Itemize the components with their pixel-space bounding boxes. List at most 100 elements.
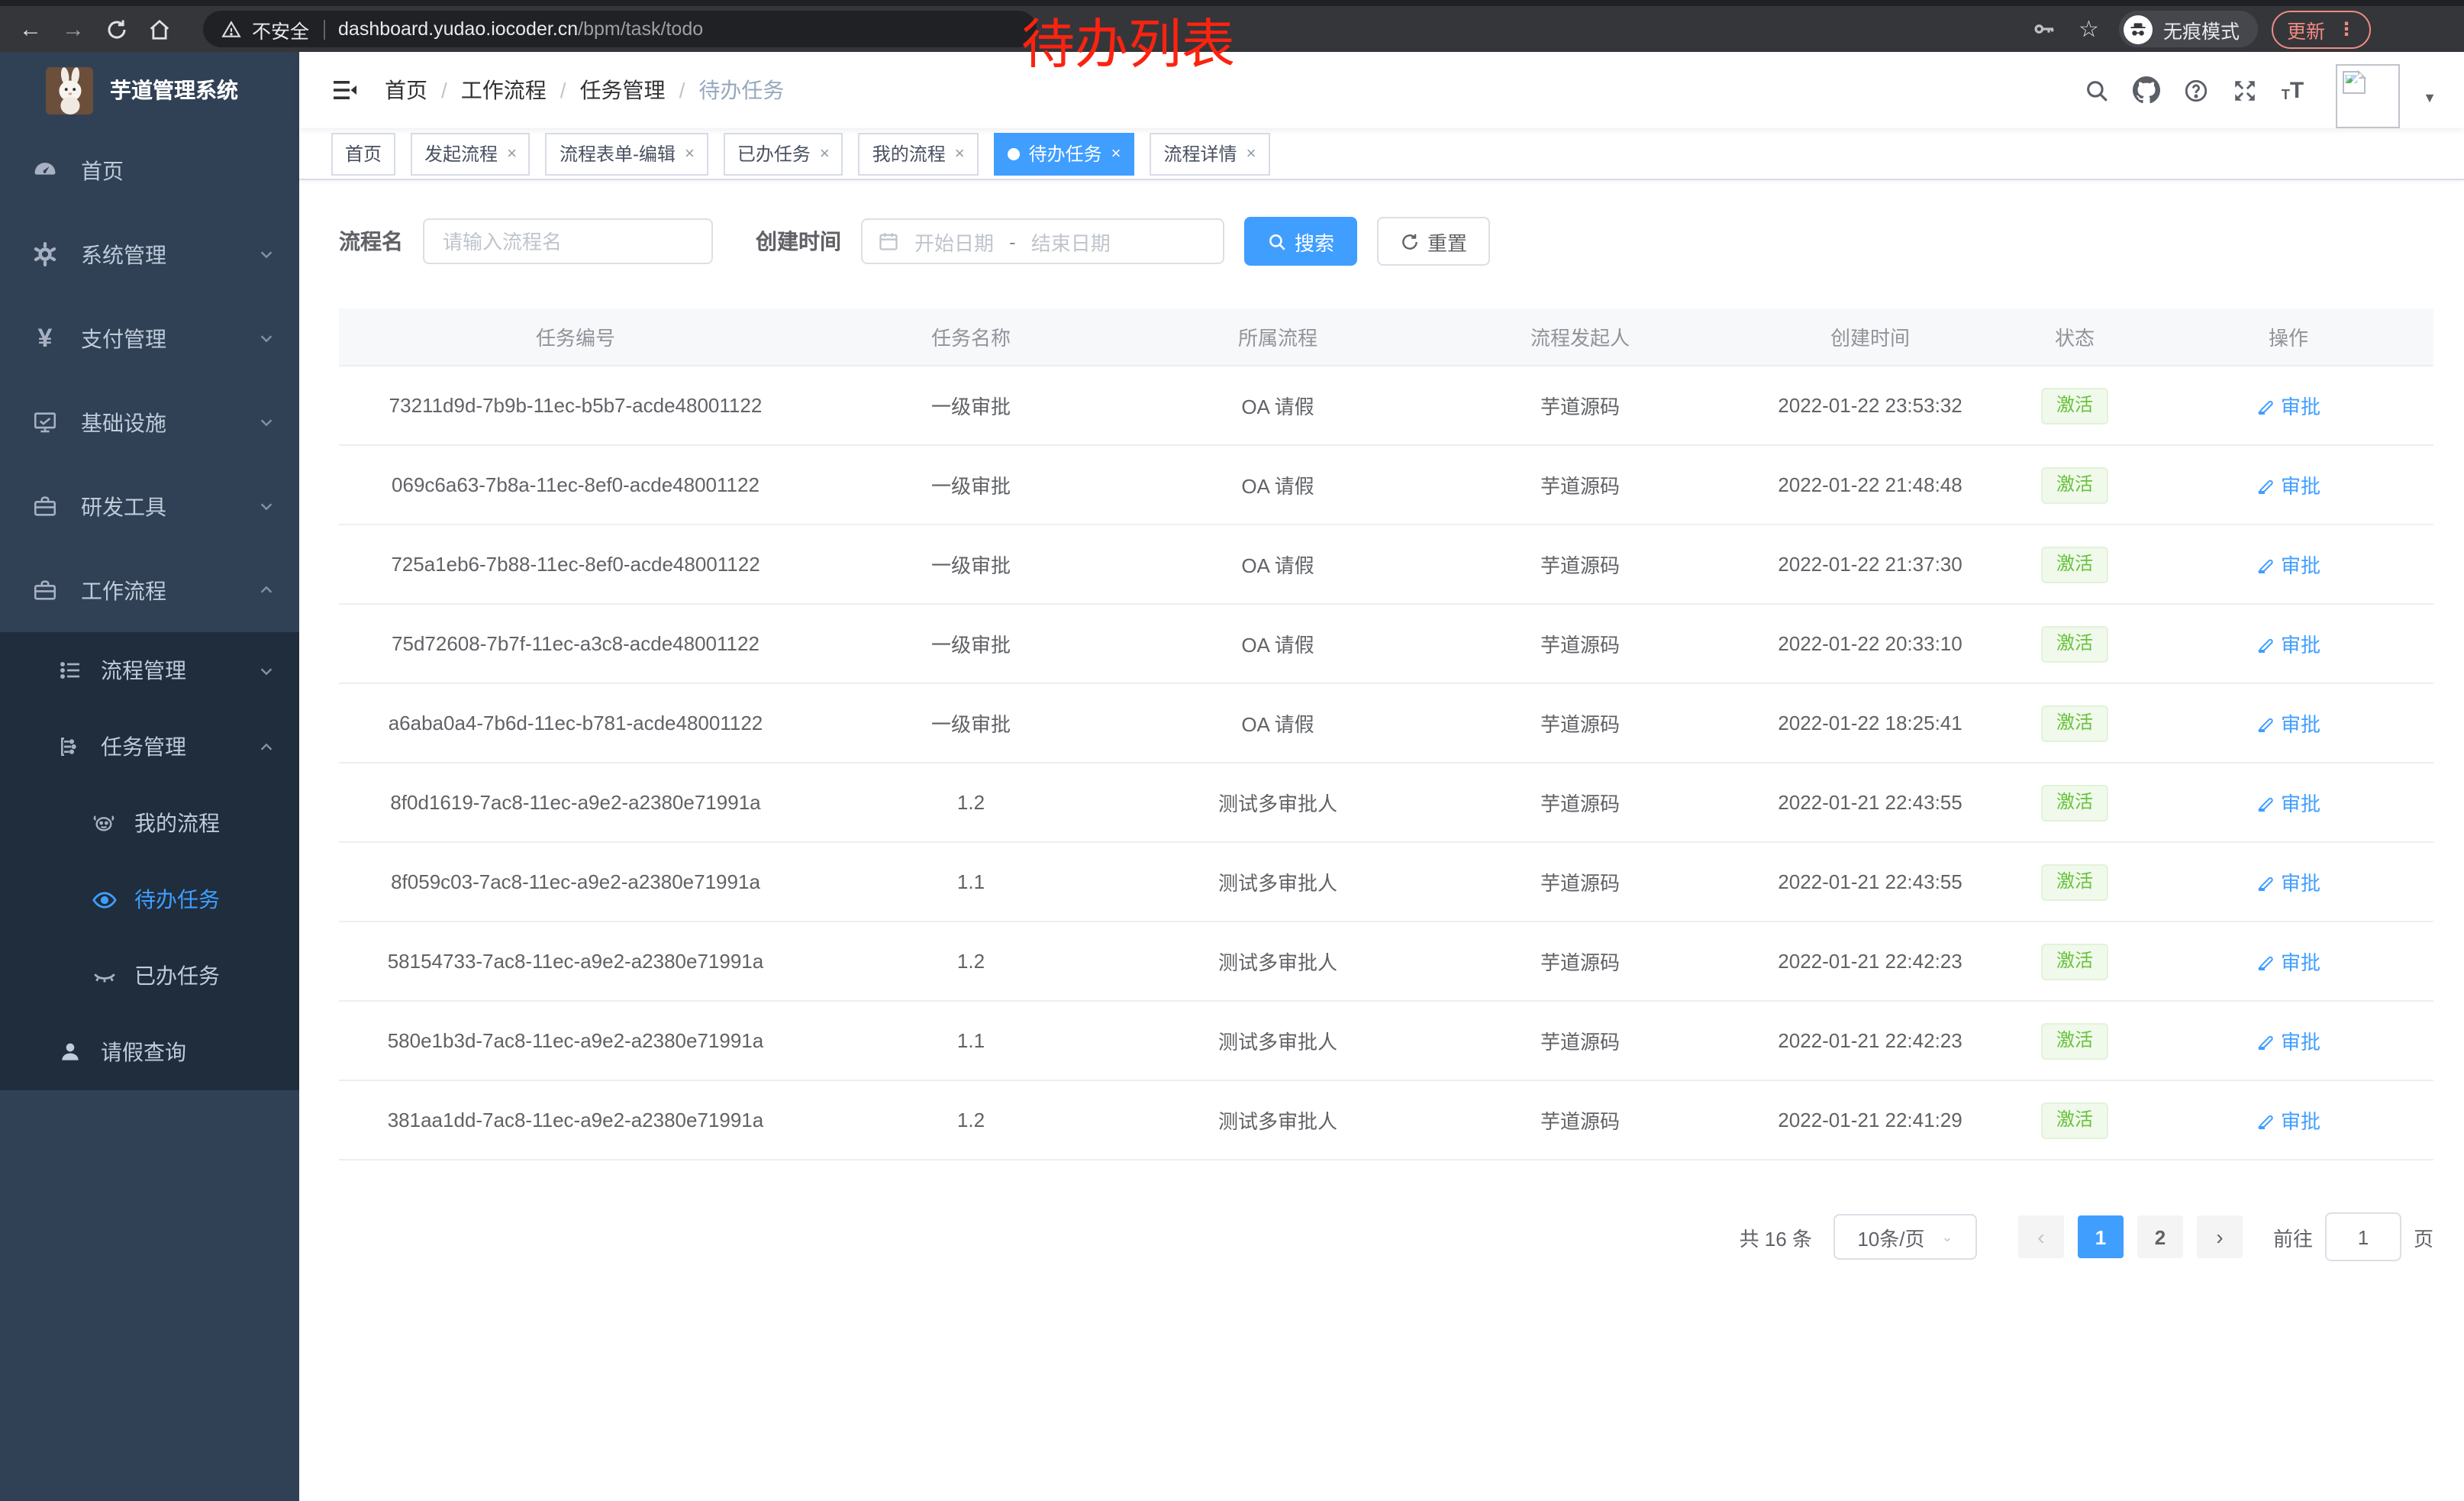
- approve-link[interactable]: 审批: [2256, 391, 2320, 420]
- avatar-dropdown-icon[interactable]: ▼: [2423, 90, 2437, 105]
- table-row[interactable]: 580e1b3d-7ac8-11ec-a9e2-a2380e71991a 1.1…: [339, 1001, 2433, 1080]
- approve-label: 审批: [2281, 788, 2320, 817]
- update-button[interactable]: 更新 ⋮: [2272, 10, 2371, 48]
- process-initiator: 芋道源码: [1540, 395, 1620, 418]
- approve-link[interactable]: 审批: [2256, 550, 2320, 579]
- breadcrumb-item[interactable]: 任务管理: [580, 75, 666, 105]
- sidebar-toggle-icon[interactable]: [331, 76, 359, 104]
- task-id: 8f0d1619-7ac8-11ec-a9e2-a2380e71991a: [390, 791, 760, 814]
- avatar[interactable]: [2336, 64, 2400, 128]
- table-row[interactable]: 8f0d1619-7ac8-11ec-a9e2-a2380e71991a 1.2…: [339, 763, 2433, 842]
- table-row[interactable]: 75d72608-7b7f-11ec-a3c8-acde48001122 一级审…: [339, 604, 2433, 683]
- approve-link[interactable]: 审批: [2256, 629, 2320, 658]
- approve-link[interactable]: 审批: [2256, 1026, 2320, 1055]
- next-page-button[interactable]: ›: [2197, 1215, 2243, 1258]
- tab-done-task[interactable]: 已办任务×: [724, 132, 843, 175]
- tab-process-detail[interactable]: 流程详情×: [1150, 132, 1270, 175]
- tab-start-process[interactable]: 发起流程×: [411, 132, 531, 175]
- screen: 待办列表 ← → 不安全 dashboard.: [0, 0, 2464, 1501]
- approve-link[interactable]: 审批: [2256, 709, 2320, 738]
- fullscreen-icon[interactable]: [2233, 77, 2259, 103]
- approve-link[interactable]: 审批: [2256, 947, 2320, 976]
- sidebar-item-payment[interactable]: ¥ 支付管理: [0, 296, 299, 380]
- sidebar-item-infrastructure[interactable]: 基础设施: [0, 380, 299, 464]
- forward-icon[interactable]: →: [52, 16, 95, 42]
- key-icon[interactable]: [2031, 17, 2056, 41]
- help-icon[interactable]: [2184, 77, 2210, 103]
- tab-process-form-edit[interactable]: 流程表单-编辑×: [546, 132, 708, 175]
- process-name-input[interactable]: [423, 218, 713, 264]
- search-button[interactable]: 搜索: [1244, 217, 1357, 266]
- close-icon[interactable]: ×: [1247, 144, 1256, 163]
- bookmark-star-icon[interactable]: ☆: [2079, 15, 2099, 43]
- font-size-icon[interactable]: TT: [2282, 79, 2304, 102]
- browser-menu-icon[interactable]: ⋮: [2337, 18, 2356, 40]
- window-frame: [0, 0, 2464, 6]
- table-row[interactable]: a6aba0a4-7b6d-11ec-b781-acde48001122 一级审…: [339, 683, 2433, 763]
- edit-pencil-icon: [2256, 714, 2275, 732]
- back-icon[interactable]: ←: [9, 16, 52, 42]
- tab-my-process[interactable]: 我的流程×: [859, 132, 979, 175]
- start-date-placeholder: 开始日期: [914, 227, 994, 256]
- approve-link[interactable]: 审批: [2256, 1106, 2320, 1135]
- sidebar-item-todo-task[interactable]: 待办任务: [0, 861, 299, 938]
- close-icon[interactable]: ×: [507, 144, 517, 163]
- approve-label: 审批: [2281, 1026, 2320, 1055]
- approve-link[interactable]: 审批: [2256, 867, 2320, 896]
- security-label: 不安全: [252, 15, 309, 44]
- range-separator: -: [1009, 230, 1016, 253]
- sidebar-item-task-mgmt[interactable]: 任务管理: [0, 709, 299, 785]
- table-row[interactable]: 73211d9d-7b9b-11ec-b5b7-acde48001122 一级审…: [339, 366, 2433, 445]
- goto-label: 前往: [2273, 1222, 2313, 1251]
- process-name: 测试多审批人: [1218, 1031, 1337, 1054]
- close-icon[interactable]: ×: [955, 144, 965, 163]
- sidebar-item-my-process[interactable]: 我的流程: [0, 785, 299, 861]
- sidebar-item-process-mgmt[interactable]: 流程管理: [0, 632, 299, 709]
- task-id: 58154733-7ac8-11ec-a9e2-a2380e71991a: [388, 950, 764, 973]
- sidebar-item-done-task[interactable]: 已办任务: [0, 938, 299, 1014]
- create-time: 2022-01-21 22:42:23: [1778, 950, 1962, 973]
- date-range-picker[interactable]: 开始日期 - 结束日期: [861, 218, 1224, 264]
- breadcrumb-separator: /: [679, 78, 685, 102]
- sidebar-item-leave-query[interactable]: 请假查询: [0, 1014, 299, 1090]
- approve-link[interactable]: 审批: [2256, 470, 2320, 499]
- goto-page-input[interactable]: [2325, 1212, 2401, 1261]
- page-content: 流程名 创建时间 开始日期 - 结束日期: [299, 180, 2464, 1261]
- approve-link[interactable]: 审批: [2256, 788, 2320, 817]
- status-badge: 激活: [2041, 1102, 2108, 1138]
- close-icon[interactable]: ×: [820, 144, 830, 163]
- close-icon[interactable]: ×: [1111, 144, 1121, 163]
- table-row[interactable]: 8f059c03-7ac8-11ec-a9e2-a2380e71991a 1.1…: [339, 842, 2433, 922]
- tab-todo-task[interactable]: 待办任务×: [994, 132, 1135, 175]
- chevron-up-icon: [258, 738, 275, 755]
- prev-page-button[interactable]: ‹: [2018, 1215, 2064, 1258]
- tab-label: 首页: [345, 140, 382, 166]
- tab-home[interactable]: 首页: [331, 132, 395, 175]
- reset-button[interactable]: 重置: [1377, 217, 1490, 266]
- sidebar-item-devtools[interactable]: 研发工具: [0, 464, 299, 548]
- sidebar-item-workflow[interactable]: 工作流程: [0, 548, 299, 632]
- url-bar[interactable]: 不安全 dashboard.yudao.iocoder.cn/bpm/task/…: [203, 11, 1037, 47]
- toolbox-icon: [32, 577, 58, 603]
- table-row[interactable]: 58154733-7ac8-11ec-a9e2-a2380e71991a 1.2…: [339, 922, 2433, 1001]
- page-button-2[interactable]: 2: [2137, 1215, 2183, 1258]
- page-button-1[interactable]: 1: [2078, 1215, 2124, 1258]
- gear-icon: [32, 241, 58, 267]
- process-initiator: 芋道源码: [1540, 713, 1620, 736]
- search-icon[interactable]: [2085, 77, 2111, 103]
- breadcrumb-item[interactable]: 工作流程: [461, 75, 547, 105]
- table-row[interactable]: 069c6a63-7b8a-11ec-8ef0-acde48001122 一级审…: [339, 445, 2433, 525]
- reload-icon[interactable]: [95, 18, 137, 40]
- task-id: 381aa1dd-7ac8-11ec-a9e2-a2380e71991a: [388, 1109, 764, 1131]
- sidebar-item-home[interactable]: 首页: [0, 128, 299, 212]
- breadcrumb-item[interactable]: 首页: [385, 75, 427, 105]
- sidebar-item-system[interactable]: 系统管理: [0, 212, 299, 296]
- close-icon[interactable]: ×: [685, 144, 695, 163]
- table-row[interactable]: 725a1eb6-7b88-11ec-8ef0-acde48001122 一级审…: [339, 525, 2433, 604]
- home-icon[interactable]: [137, 18, 180, 40]
- page-size-select[interactable]: 10条/页 ⌄: [1833, 1214, 1977, 1260]
- table-row[interactable]: 381aa1dd-7ac8-11ec-a9e2-a2380e71991a 1.2…: [339, 1080, 2433, 1160]
- breadcrumb-separator: /: [441, 78, 447, 102]
- github-icon[interactable]: [2133, 76, 2161, 104]
- task-name: 1.2: [957, 950, 985, 973]
